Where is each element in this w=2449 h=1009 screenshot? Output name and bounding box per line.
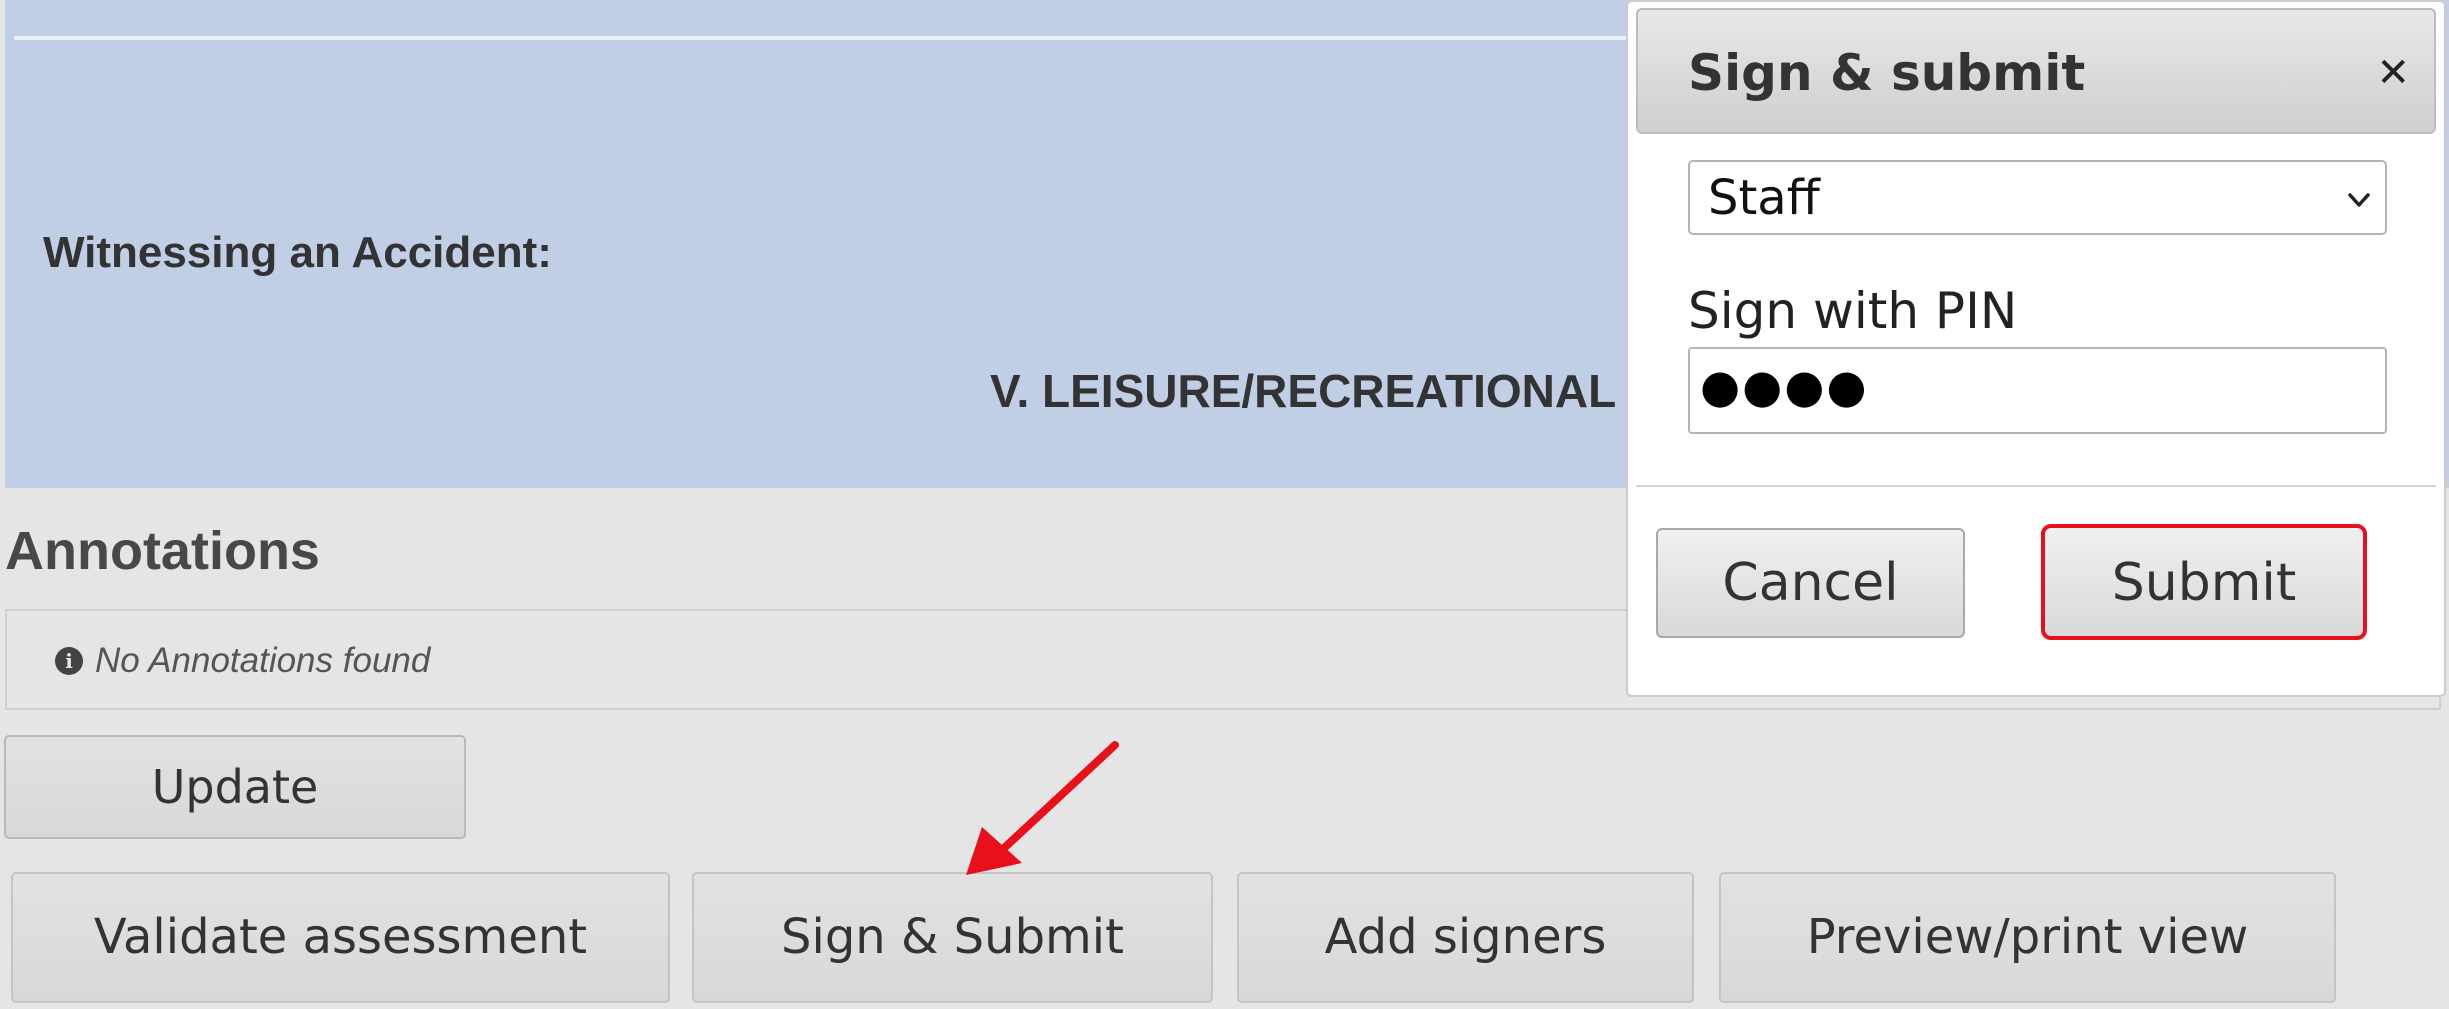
validate-assessment-button[interactable]: Validate assessment: [11, 872, 670, 1003]
annotation-arrow-icon: [966, 741, 1119, 875]
cancel-button[interactable]: Cancel: [1656, 528, 1965, 638]
annotations-title: Annotations: [5, 521, 320, 581]
signer-role-select[interactable]: Staff: [1688, 160, 2387, 235]
no-annotations-message: No Annotations found: [95, 641, 431, 680]
dialog-header: Sign & submit ✕: [1636, 8, 2436, 134]
chevron-down-icon: [2348, 193, 2370, 207]
sign-submit-dialog: Sign & submit ✕ Staff Sign with PIN ●●●●…: [1626, 0, 2446, 697]
add-signers-button[interactable]: Add signers: [1237, 872, 1694, 1003]
witness-label: Witnessing an Accident:: [43, 228, 552, 277]
pin-input[interactable]: ●●●●: [1688, 347, 2387, 434]
pin-label: Sign with PIN: [1688, 282, 2018, 340]
dialog-title: Sign & submit: [1688, 44, 2086, 102]
submit-button[interactable]: Submit: [2041, 524, 2367, 640]
signer-role-value: Staff: [1708, 170, 1820, 226]
sign-submit-button[interactable]: Sign & Submit: [692, 872, 1213, 1003]
pin-input-value: ●●●●: [1700, 359, 1869, 413]
section-heading: V. LEISURE/RECREATIONAL: [990, 365, 1617, 417]
update-button[interactable]: Update: [4, 735, 466, 839]
page: Witnessing an Accident: V. LEISURE/RECRE…: [0, 0, 2449, 1009]
close-icon[interactable]: ✕: [2376, 50, 2410, 96]
dialog-divider: [1636, 485, 2436, 487]
form-divider: [14, 36, 1654, 40]
preview-print-button[interactable]: Preview/print view: [1719, 872, 2336, 1003]
info-circle-icon: i: [55, 647, 83, 675]
